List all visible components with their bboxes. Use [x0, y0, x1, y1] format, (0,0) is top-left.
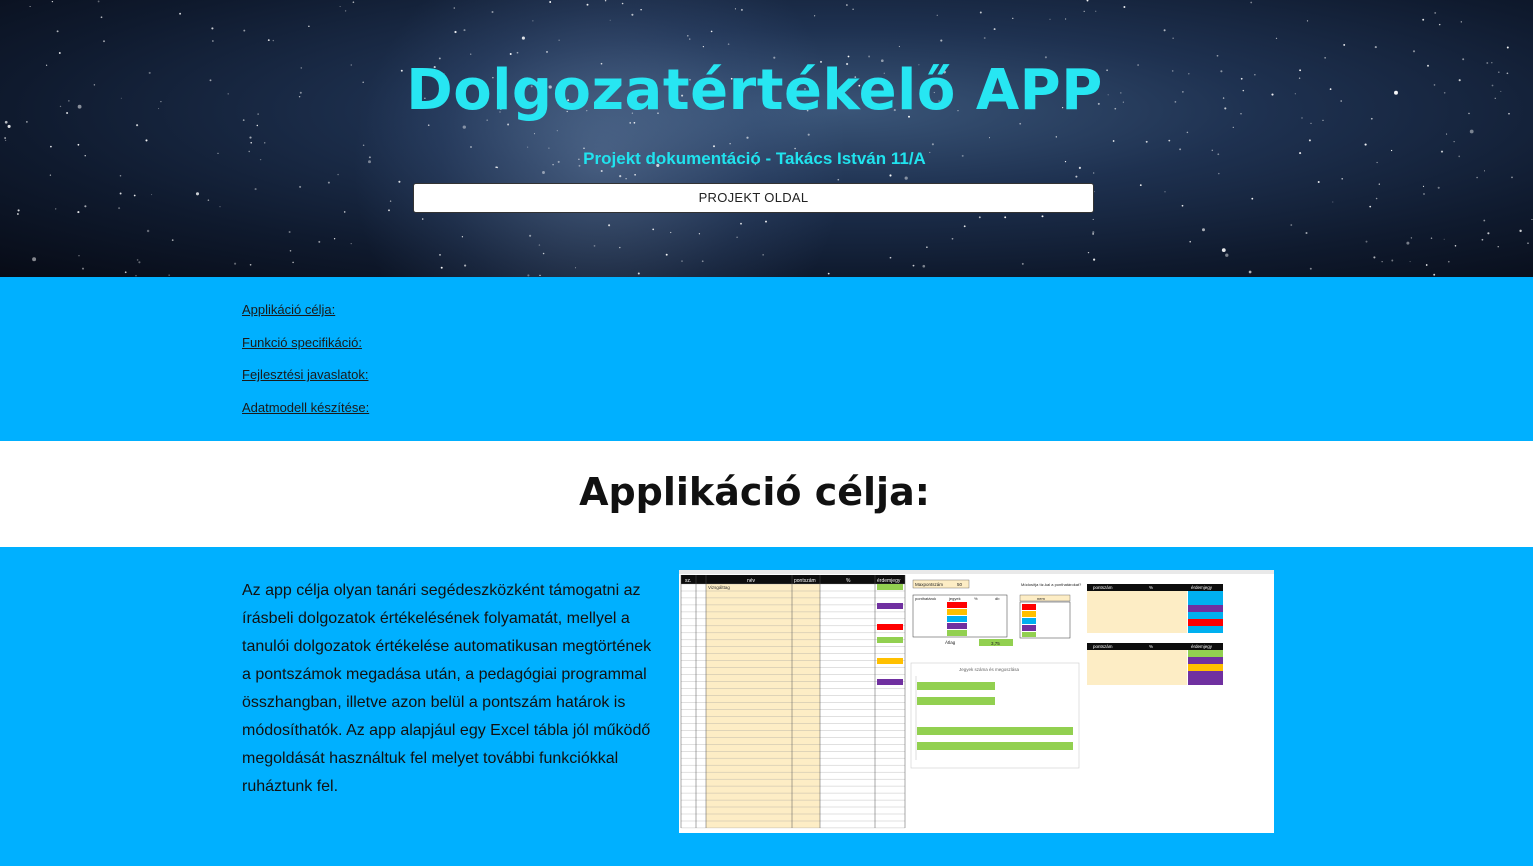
summary-table-top: pontszám % érdemjegy: [1087, 584, 1223, 633]
toc-link-data-model[interactable]: Adatmodell készítése:: [242, 400, 369, 415]
average-value: 3,75: [991, 641, 1000, 646]
maxpoint-label: Maxpontszám: [915, 582, 943, 587]
grade-distribution-chart: Jegyek száma és megoszlása: [910, 662, 1080, 769]
right-header: érdemjegy: [1191, 644, 1213, 649]
first-student-name: Vizsgálttag: [708, 585, 730, 590]
header-cell: sz.: [685, 578, 691, 584]
excel-screenshot: sz. név pontszám % érdemjegy Vizsgálttag…: [679, 570, 1274, 833]
average-label: Átlag: [945, 639, 956, 645]
right-header: érdemjegy: [1191, 585, 1213, 590]
threshold-header: %: [974, 596, 978, 601]
section-content: Az app célja olyan tanári segédeszközkén…: [0, 547, 1533, 866]
section-header: Applikáció célja:: [0, 441, 1533, 547]
toc-link-dev-suggestions[interactable]: Fejlesztési javaslatok:: [242, 367, 368, 382]
summary-table-bottom: pontszám % érdemjegy: [1087, 643, 1223, 685]
right-header: pontszám: [1093, 644, 1113, 649]
chart-title: Jegyek száma és megoszlása: [959, 667, 1020, 672]
page-title: Dolgozatértékelő APP: [406, 58, 1103, 123]
threshold-header: jegyek: [948, 596, 961, 601]
excel-screenshot-drawing: sz. név pontszám % érdemjegy Vizsgálttag…: [679, 570, 1274, 833]
toc-item: Applikáció célja:: [242, 301, 369, 334]
table-of-contents: Applikáció célja: Funkció specifikáció: …: [0, 277, 1533, 441]
toc-item: Adatmodell készítése:: [242, 399, 369, 432]
toc-link-app-purpose[interactable]: Applikáció célja:: [242, 302, 335, 317]
starfield-background: [4, 0, 1533, 277]
toc-item: Funkció specifikáció:: [242, 334, 369, 367]
hero-banner: Dolgozatértékelő APP Projekt dokumentáci…: [0, 0, 1533, 277]
toc-link-function-spec[interactable]: Funkció specifikáció:: [242, 335, 362, 350]
modify-value: nem: [1037, 596, 1045, 601]
header-cell: %: [846, 578, 851, 584]
maxpoint-value: 50: [957, 582, 963, 587]
project-page-button[interactable]: PROJEKT OLDAL: [413, 183, 1094, 213]
threshold-header: ponthatárok: [915, 596, 936, 601]
section-description: Az app célja olyan tanári segédeszközkén…: [242, 582, 652, 795]
modify-label: Módosítja tíz-kal a ponthatárokat?: [1021, 582, 1082, 587]
section-title: Applikáció célja:: [579, 470, 930, 514]
header-cell: név: [747, 578, 756, 584]
threshold-header: db: [995, 596, 1000, 601]
header-cell: pontszám: [794, 578, 816, 584]
right-header: %: [1149, 585, 1153, 590]
header-cell: érdemjegy: [877, 578, 901, 584]
right-header: pontszám: [1093, 585, 1113, 590]
page-subtitle: Projekt dokumentáció - Takács István 11/…: [583, 149, 926, 168]
right-header: %: [1149, 644, 1153, 649]
toc-item: Fejlesztési javaslatok:: [242, 366, 369, 399]
